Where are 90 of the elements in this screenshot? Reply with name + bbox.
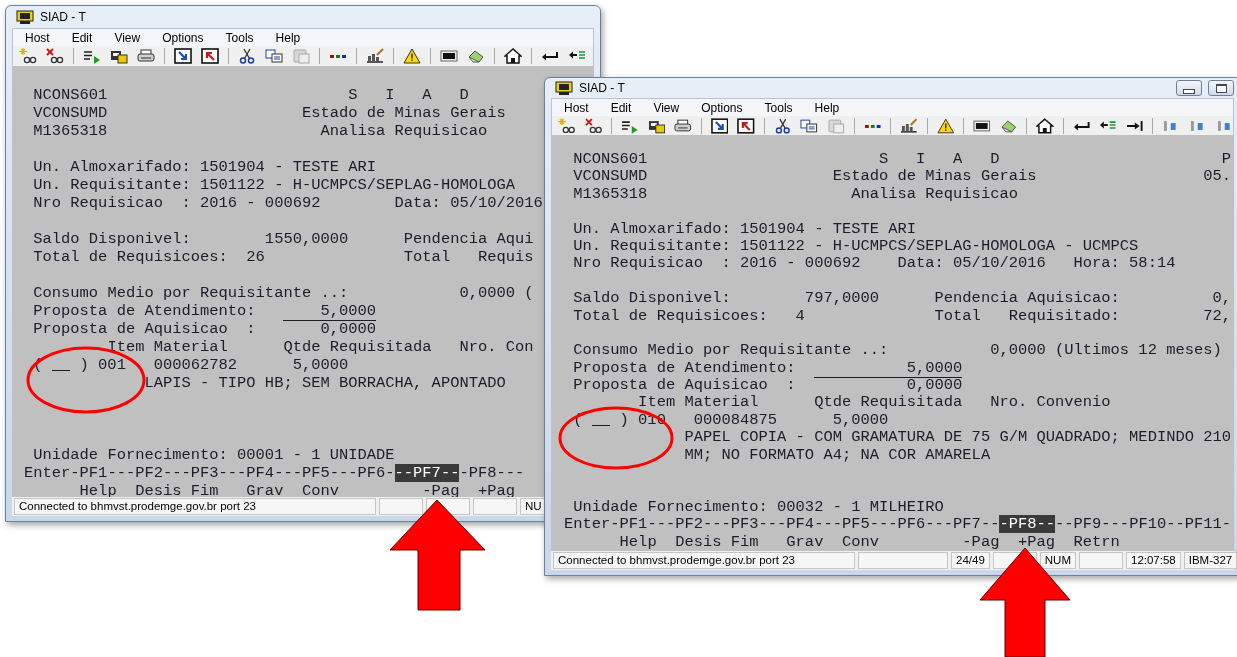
- terminal-text: Enter-PF1---PF2---PF3---PF4---PF5---PF6---PF7--: [564, 515, 1000, 534]
- terminal-text: Unidade Fornecimento: 00001 - 1 UNIDADE: [32, 446, 395, 464]
- function-key-highlight: --PF7--: [394, 464, 460, 482]
- receive-icon[interactable]: [737, 117, 755, 134]
- terminal-text: Nro Requisicao : 2016 - 000692 Data: 05/10/2016: [32, 194, 543, 212]
- status-panel: Connected to bhmvst.prodemge.gov.br port 23: [14, 498, 376, 515]
- printer-icon[interactable]: [137, 48, 155, 64]
- terminal-text: Un. Almoxarifado: 1501904 - TESTE ARI: [572, 219, 917, 238]
- terminal-text: Total de Requisicoes: 26 Total Requis: [32, 248, 534, 266]
- terminal-text: --PF9---PF10--PF11-: [1055, 515, 1232, 534]
- send-icon[interactable]: [174, 48, 192, 64]
- terminal-text: Proposta de Atendimento:: [32, 302, 257, 320]
- home-icon[interactable]: [504, 48, 522, 64]
- connect-icon[interactable]: [558, 117, 576, 134]
- terminal-text: VCONSUMD Estado de Minas Gerais: [32, 104, 506, 122]
- terminal-text: LAPIS - TIPO HB; SEM BORRACHA, APONTADO: [143, 374, 506, 392]
- input-field[interactable]: 5,0000: [283, 302, 377, 321]
- terminal-text: Saldo Disponivel: 797,0000 Pendencia Aquisicao: 0,: [572, 289, 1231, 308]
- terminal-text: ) 001 000062782 5,0000: [78, 356, 349, 374]
- chart-icon[interactable]: [900, 117, 918, 134]
- menu-item[interactable]: Options: [162, 30, 204, 45]
- status-panel: Connected to bhmvst.prodemge.gov.br port 23: [553, 552, 855, 569]
- status-panel: NUM: [1039, 552, 1076, 569]
- copy-icon[interactable]: [265, 48, 283, 64]
- menu-item[interactable]: View: [114, 30, 141, 45]
- monitor-icon: [555, 80, 573, 96]
- menu-item[interactable]: Host: [25, 30, 50, 45]
- terminal-text: Help Desis Fim Grav Conv -Pag +Pag Retrn: [618, 532, 1120, 551]
- status-panel: NU: [520, 498, 547, 515]
- menu-item[interactable]: Help: [275, 30, 301, 45]
- monitor-icon: [16, 9, 34, 25]
- terminal-text: Proposta de Aquisicao : 0,0000: [32, 320, 377, 338]
- terminal-text: M1365318 Analisa Requisicao: [572, 184, 1018, 203]
- receive-icon[interactable]: [201, 48, 219, 64]
- warning-icon[interactable]: [403, 48, 421, 64]
- terminal-text: -PF8---: [459, 464, 525, 482]
- home-icon[interactable]: [1036, 117, 1054, 134]
- scissors-icon[interactable]: [773, 117, 792, 134]
- window-title: SIAD - T: [40, 10, 86, 24]
- menu-item[interactable]: Edit: [610, 100, 632, 115]
- window-title: SIAD - T: [579, 81, 625, 95]
- disconnect-icon[interactable]: [46, 48, 64, 64]
- terminal-text: Unidade Fornecimento: 00032 - 1 MILHEIRO: [572, 497, 944, 516]
- menu-item[interactable]: Edit: [71, 30, 93, 45]
- send-icon[interactable]: [710, 117, 729, 134]
- terminal-text: Consumo Medio por Requisitante ..: 0,0000 (Ultimos 12 meses): [572, 341, 1222, 360]
- terminal-text: Total de Requisicoes: 4 Total Requisitado: 72,: [572, 306, 1231, 325]
- eraser-icon[interactable]: [999, 117, 1018, 134]
- input-field[interactable]: 5,0000: [814, 358, 963, 378]
- terminal-text: Un. Almoxarifado: 1501904 - TESTE ARI: [32, 158, 377, 176]
- scissors-icon[interactable]: [238, 48, 256, 64]
- status-panel: IBM-327: [1183, 552, 1237, 569]
- list-play-icon[interactable]: [83, 48, 101, 64]
- terminal-text: VCONSUMD Estado de Minas Gerais 05.: [572, 167, 1231, 186]
- terminal-text: Un. Requisitante: 1501122 - H-UCMPCS/SEPLAG-HOMOLOGA - UCMPCS: [572, 236, 1139, 255]
- eraser-icon[interactable]: [467, 48, 485, 64]
- minimize-button[interactable]: [1176, 80, 1202, 96]
- disconnect-icon[interactable]: [584, 117, 603, 134]
- terminal-text: Un. Requisitante: 1501122 - H-UCMPCS/SEPLAG-HOMOLOGA: [32, 176, 515, 194]
- copy-icon[interactable]: [800, 117, 818, 134]
- terminal-text: Saldo Disponivel: 1550,0000 Pendencia Aqui: [32, 230, 534, 248]
- terminal-text: NCONS601 S I A D: [32, 86, 469, 104]
- terminal-text: M1365318 Analisa Requisicao: [32, 122, 488, 140]
- menu-item[interactable]: Tools: [764, 100, 793, 115]
- terminal-text: NCONS601 S I A D P: [572, 150, 1231, 168]
- maximize-button[interactable]: [1208, 80, 1234, 96]
- chart-icon[interactable]: [366, 48, 384, 64]
- connect-icon[interactable]: [19, 48, 37, 64]
- status-panel: 12:07:58: [1126, 552, 1181, 569]
- menu-item[interactable]: View: [653, 100, 680, 115]
- menu-item[interactable]: Help: [814, 100, 840, 115]
- screen-icon[interactable]: [440, 48, 458, 64]
- terminal-text: Proposta de Atendimento:: [572, 358, 797, 377]
- terminal-text: Item Material Qtde Requisitada Nro. Convenio: [637, 393, 1111, 412]
- menu-item[interactable]: Options: [701, 100, 743, 115]
- terminal-text: Proposta de Aquisicao : 0,0000: [572, 376, 963, 395]
- function-key-highlight: -PF8--: [999, 515, 1055, 534]
- transfer-icon[interactable]: [110, 48, 128, 64]
- terminal-text: MM; NO FORMATO A4; NA COR AMARELA: [683, 445, 991, 464]
- terminal-text: Nro Requisicao : 2016 - 000692 Data: 05/10/2016 Hora: 58:14: [572, 254, 1176, 273]
- printer-icon[interactable]: [674, 117, 692, 134]
- terminal-text: Consumo Medio por Requisitante ..: 0,0000 (: [32, 284, 534, 302]
- status-panel: 24/49: [951, 552, 990, 569]
- warning-icon[interactable]: [936, 117, 955, 134]
- terminal-text: Enter-PF1---PF2---PF3---PF4---PF5---PF6-: [24, 464, 395, 482]
- screen-icon[interactable]: [973, 117, 991, 134]
- menu-item[interactable]: Host: [564, 100, 589, 115]
- terminal-text: PAPEL COPIA - COM GRAMATURA DE 75 G/M QUADRADO; MEDINDO 210: [683, 428, 1231, 447]
- menu-item[interactable]: Tools: [225, 30, 254, 45]
- terminal-text: Item Material Qtde Requisitada Nro. Con: [106, 338, 534, 356]
